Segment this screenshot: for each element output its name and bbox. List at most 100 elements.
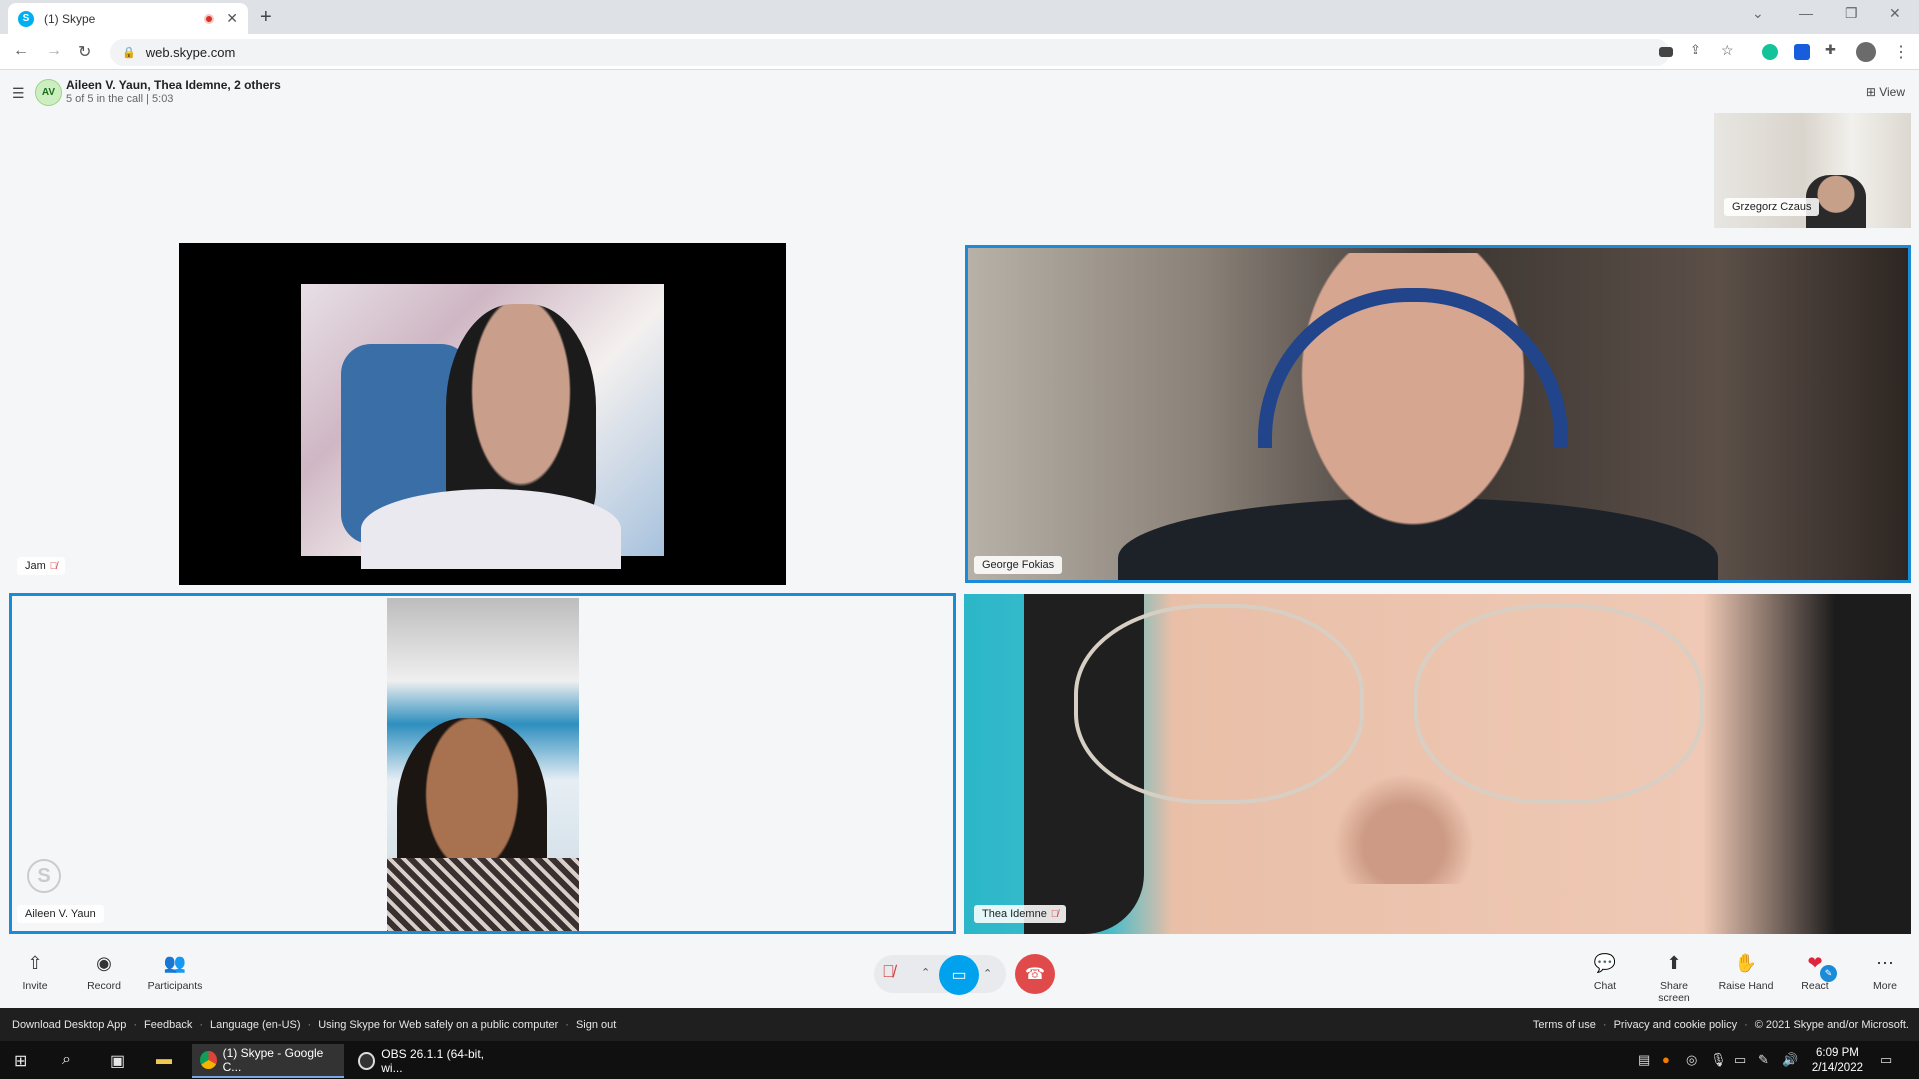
participant-name: Grzegorz Czaus bbox=[1724, 198, 1820, 216]
separator: · bbox=[1602, 1019, 1607, 1031]
pen-icon[interactable]: ✎ bbox=[1758, 1052, 1769, 1068]
mic-muted-icon[interactable]: 🎙̸ bbox=[882, 962, 895, 982]
file-explorer-icon[interactable]: ▬ bbox=[156, 1051, 172, 1069]
star-icon[interactable]: ☆ bbox=[1721, 42, 1734, 59]
participants-button[interactable]: 👥 Participants bbox=[146, 953, 204, 992]
tray-app-icon[interactable]: ● bbox=[1662, 1052, 1670, 1067]
footer-link[interactable]: Privacy and cookie policy bbox=[1614, 1019, 1738, 1031]
separator: · bbox=[133, 1019, 138, 1031]
extensions-icon[interactable]: ✚ bbox=[1825, 42, 1836, 58]
chat-button[interactable]: 💬 Chat bbox=[1590, 953, 1620, 992]
footer-link[interactable]: Terms of use bbox=[1533, 1019, 1596, 1031]
url-text: web.skype.com bbox=[145, 45, 236, 60]
tab-search-icon[interactable]: ⌄ bbox=[1752, 5, 1764, 22]
react-button[interactable]: ❤ ✎ React bbox=[1800, 953, 1837, 992]
participants-icon: 👥 bbox=[163, 953, 187, 973]
hang-up-button[interactable]: ☎ bbox=[1015, 954, 1055, 994]
chat-icon: 💬 bbox=[1593, 953, 1617, 973]
glasses bbox=[1074, 604, 1364, 804]
separator: · bbox=[1744, 1019, 1748, 1031]
invite-label: Invite bbox=[22, 980, 48, 992]
chrome-icon bbox=[200, 1051, 217, 1069]
close-tab-icon[interactable]: ✕ bbox=[226, 10, 238, 27]
call-title[interactable]: Aileen V. Yaun, Thea Idemne, 2 others bbox=[66, 78, 281, 92]
footer-links-right: Terms of use · Privacy and cookie policy ·… bbox=[1533, 1019, 1909, 1031]
separator: · bbox=[565, 1019, 569, 1031]
volume-icon[interactable]: 🔊 bbox=[1782, 1052, 1798, 1068]
call-header: ☰ AV Aileen V. Yaun, Thea Idemne, 2 othe… bbox=[0, 70, 1919, 110]
forward-icon[interactable]: → bbox=[46, 42, 62, 60]
footer-link[interactable]: Download Desktop App bbox=[12, 1019, 126, 1031]
footer-link[interactable]: Language (en-US) bbox=[210, 1019, 301, 1031]
raise-hand-label: Raise Hand bbox=[1718, 980, 1774, 992]
view-label: View bbox=[1879, 85, 1905, 99]
menu-icon[interactable]: ⋮ bbox=[1893, 42, 1909, 62]
separator: · bbox=[307, 1019, 312, 1031]
invite-button[interactable]: ⇧ Invite bbox=[20, 953, 50, 992]
taskbar-app-chrome[interactable]: (1) Skype - Google C... bbox=[192, 1044, 344, 1078]
taskbar-app-label: OBS 26.1.1 (64-bit, wi... bbox=[381, 1047, 484, 1075]
call-status: 5 of 5 in the call | 5:03 bbox=[66, 93, 174, 105]
browser-toolbar: ← → ↻ 🔒 web.skype.com ⇪ ☆ ✚ ⋮ bbox=[0, 34, 1919, 70]
back-icon[interactable]: ← bbox=[13, 42, 29, 60]
search-icon[interactable]: ⌕ bbox=[62, 1051, 71, 1069]
phone-hangup-icon: ☎ bbox=[1025, 966, 1045, 983]
video-tile-jam[interactable] bbox=[179, 243, 786, 585]
avatar[interactable]: AV bbox=[35, 79, 62, 106]
taskbar-app-label: (1) Skype - Google C... bbox=[222, 1046, 324, 1074]
more-button[interactable]: ⋯ More bbox=[1870, 953, 1900, 992]
new-tab-button[interactable]: + bbox=[260, 6, 272, 29]
mic-muted-icon: 🎙̸ bbox=[49, 561, 58, 572]
grammarly-icon[interactable] bbox=[1762, 44, 1778, 60]
browser-tab[interactable]: S (1) Skype ✕ bbox=[8, 3, 248, 34]
footer-link[interactable]: Feedback bbox=[144, 1019, 192, 1031]
participant-figure bbox=[387, 858, 579, 931]
video-tile-aileen[interactable]: S bbox=[9, 593, 956, 934]
task-view-icon[interactable]: ▣ bbox=[110, 1051, 125, 1071]
bitwarden-icon[interactable] bbox=[1794, 44, 1810, 60]
footer-link[interactable]: Sign out bbox=[576, 1019, 616, 1031]
participant-name-aileen: Aileen V. Yaun bbox=[17, 905, 104, 923]
camera-icon[interactable] bbox=[1659, 47, 1673, 57]
separator: · bbox=[199, 1019, 204, 1031]
raise-hand-button[interactable]: ✋ Raise Hand bbox=[1717, 953, 1775, 992]
video-tile-george[interactable] bbox=[965, 245, 1911, 583]
share-screen-label: Share screen bbox=[1658, 980, 1690, 1004]
video-tile-grzegorz[interactable]: Grzegorz Czaus bbox=[1714, 113, 1911, 228]
obs-icon bbox=[358, 1052, 376, 1070]
view-button[interactable]: ⊞ View bbox=[1866, 85, 1905, 99]
recording-indicator-icon bbox=[204, 13, 215, 24]
restore-button[interactable]: ❐ bbox=[1845, 5, 1858, 22]
notifications-icon[interactable]: ▭ bbox=[1880, 1052, 1892, 1068]
reload-icon[interactable]: ↻ bbox=[78, 42, 91, 62]
taskbar-clock[interactable]: 6:09 PM 2/14/2022 bbox=[1812, 1046, 1863, 1076]
camera-options-chevron-icon[interactable]: ⌃ bbox=[983, 967, 992, 980]
mic-options-chevron-icon[interactable]: ⌃ bbox=[921, 966, 930, 979]
share-screen-icon: ⬆ bbox=[1666, 953, 1682, 973]
windows-start-icon[interactable]: ⊞ bbox=[14, 1051, 27, 1071]
minimize-button[interactable]: — bbox=[1799, 5, 1813, 21]
video-camera-icon: ▭ bbox=[951, 967, 967, 984]
chat-label: Chat bbox=[1593, 980, 1617, 992]
footer-link[interactable]: Using Skype for Web safely on a public c… bbox=[318, 1019, 558, 1031]
share-icon[interactable]: ⇪ bbox=[1690, 42, 1701, 58]
hamburger-menu-icon[interactable]: ☰ bbox=[12, 85, 25, 102]
tray-app-icon[interactable]: ▤ bbox=[1638, 1052, 1650, 1068]
record-button[interactable]: ◉ Record bbox=[86, 953, 122, 992]
microphone-tray-icon[interactable]: 🎙 bbox=[1710, 1052, 1727, 1068]
participant-name: Jam bbox=[25, 560, 46, 572]
address-bar[interactable]: 🔒 web.skype.com bbox=[110, 39, 1670, 66]
taskbar-app-obs[interactable]: OBS 26.1.1 (64-bit, wi... bbox=[350, 1044, 510, 1078]
react-label: React bbox=[1801, 980, 1829, 992]
participant-name: Thea Idemne bbox=[982, 908, 1047, 920]
skype-footer: Download Desktop App · Feedback · Language… bbox=[0, 1008, 1919, 1041]
profile-icon[interactable] bbox=[1856, 42, 1876, 62]
lock-icon: 🔒 bbox=[122, 47, 136, 59]
close-window-button[interactable]: ✕ bbox=[1889, 5, 1901, 22]
participant-video bbox=[387, 598, 579, 931]
camera-button[interactable]: ▭ bbox=[939, 955, 979, 995]
video-tile-thea[interactable] bbox=[964, 594, 1911, 934]
obs-tray-icon[interactable]: ◎ bbox=[1686, 1052, 1697, 1068]
network-icon[interactable]: ▭ bbox=[1734, 1052, 1746, 1068]
share-screen-button[interactable]: ⬆ Share screen bbox=[1643, 953, 1705, 1004]
